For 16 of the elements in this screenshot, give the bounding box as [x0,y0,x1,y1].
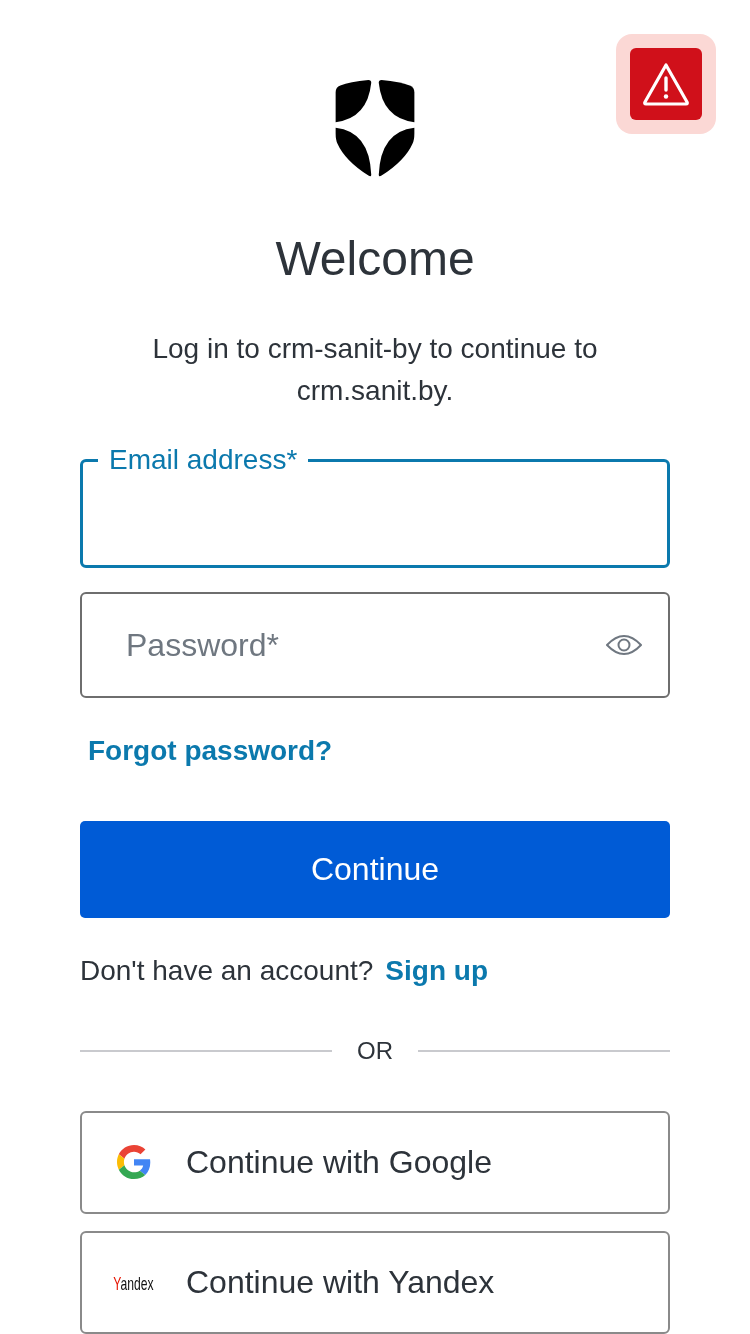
social-login-button[interactable]: Continue with Google [80,1111,670,1214]
signup-link[interactable]: Sign up [385,954,488,989]
field-label: Email address* [108,443,299,478]
page-title: Welcome [275,231,475,288]
logo-wordmark: Yandex [113,1274,155,1295]
input-field[interactable]: Password* [80,592,670,699]
divider-text: OR [357,1036,393,1067]
warning-icon[interactable] [616,34,716,134]
eye-icon[interactable] [606,633,642,658]
forgot-password-link[interactable]: Forgot password? [88,734,333,769]
prompt-text: Don't have an account? [80,954,374,989]
social-login-button[interactable]: Yandex Continue with Yandex [80,1231,670,1334]
subtitle-text: Log in to crm-sanit-by to continue to crm.sanit.by. [151,332,599,409]
shield-logo-icon [333,80,417,178]
continue-button[interactable]: Continue [80,821,670,919]
google-logo-icon [117,1145,151,1180]
